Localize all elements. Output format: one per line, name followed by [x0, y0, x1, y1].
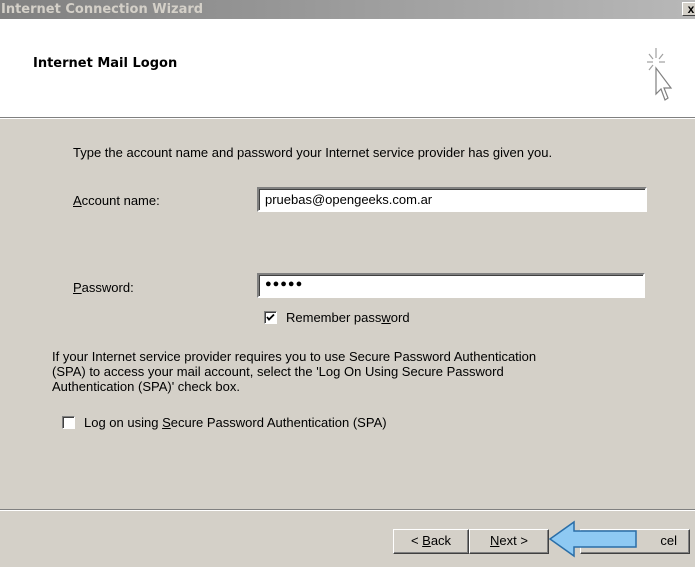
remember-password-checkbox[interactable]	[264, 311, 277, 324]
account-name-label: Account name:	[73, 193, 160, 208]
remember-password-label[interactable]: Remember password	[286, 310, 410, 325]
close-button[interactable]: x	[682, 2, 695, 16]
spa-checkbox-label[interactable]: Log on using Secure Password Authenticat…	[84, 415, 387, 430]
title-bar: Internet Connection Wizard x	[0, 0, 695, 19]
back-button[interactable]: < Back	[393, 529, 469, 554]
pointer-arrow-annotation-icon	[548, 520, 637, 558]
account-name-input[interactable]: pruebas@opengeeks.com.ar	[257, 187, 647, 212]
spa-description-line-3: Authentication (SPA)' check box.	[52, 379, 240, 394]
wizard-header: Internet Mail Logon	[0, 19, 695, 117]
spa-description-line-2: (SPA) to access your mail account, selec…	[52, 364, 504, 379]
wizard-cursor-sparkle-icon	[647, 48, 673, 101]
page-title: Internet Mail Logon	[33, 56, 178, 71]
password-input[interactable]: ●●●●●	[257, 273, 645, 298]
next-button[interactable]: Next >	[469, 529, 549, 554]
spa-checkbox[interactable]	[62, 416, 75, 429]
window-title: Internet Connection Wizard	[1, 2, 204, 17]
checkmark-icon	[266, 313, 275, 321]
password-label: Password:	[73, 280, 134, 295]
instruction-text: Type the account name and password your …	[73, 145, 553, 160]
spa-description-line-1: If your Internet service provider requir…	[52, 349, 537, 364]
